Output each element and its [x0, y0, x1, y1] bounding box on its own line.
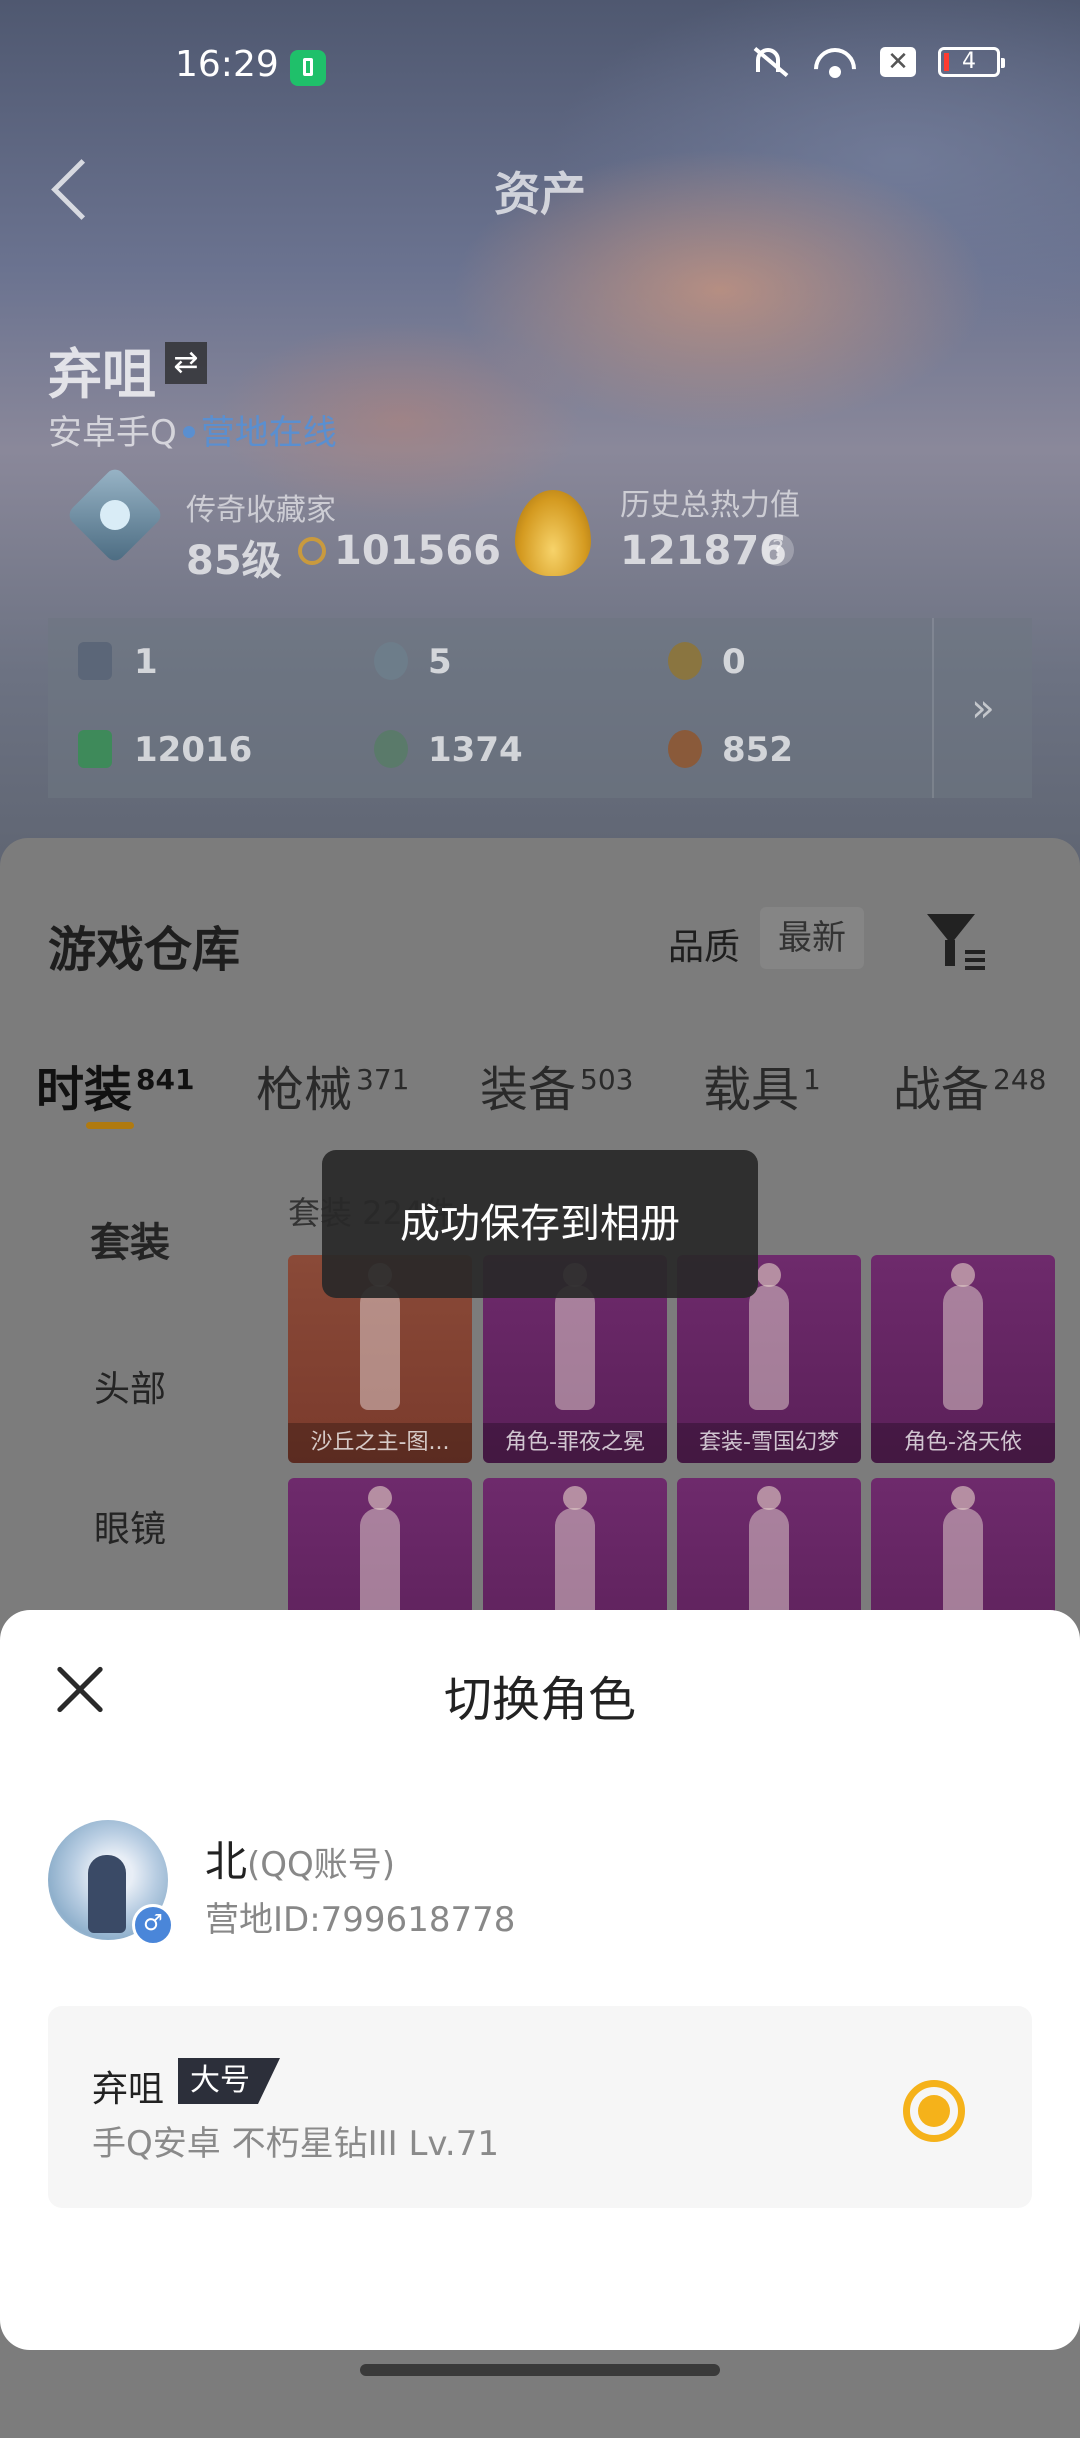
item-tile[interactable]: 角色-洛天依	[871, 1255, 1055, 1463]
account-name: 北(QQ账号)	[205, 1837, 396, 1886]
asset-value: 852	[722, 730, 793, 770]
coin-count: 101566	[334, 528, 501, 574]
ticket-icon	[374, 642, 408, 680]
role-card[interactable]	[48, 2006, 1032, 2208]
outfit-figure	[749, 1263, 789, 1410]
side-item-glasses[interactable]: 眼镜	[0, 1500, 260, 1552]
side-item-suits[interactable]: 套装	[0, 1210, 260, 1268]
account-id: 营地ID:799618778	[205, 1900, 516, 1940]
selected-radio[interactable]	[903, 2080, 965, 2142]
quality-sort[interactable]: 品质	[668, 918, 740, 970]
filter-icon[interactable]	[925, 910, 985, 970]
page-title: 资产	[494, 167, 586, 221]
role-detail: 手Q安卓 不朽星钻III Lv.71	[92, 2124, 499, 2164]
voucher-icon	[78, 730, 112, 768]
tab-fashion[interactable]: 时装 841	[36, 1050, 194, 1120]
item-caption: 角色-罪夜之冕	[483, 1423, 667, 1463]
card-icon	[78, 642, 112, 680]
swap-role-icon[interactable]: ⇄	[165, 342, 207, 384]
online-status: 营地在线	[200, 413, 337, 453]
assets-more-icon[interactable]: »	[932, 618, 1032, 798]
bronze-coin-icon	[668, 730, 702, 768]
tab-indicator	[86, 1122, 134, 1129]
account-type: (QQ账号)	[247, 1845, 396, 1885]
platform-label: 安卓手Q	[48, 413, 177, 453]
medal-icon	[668, 642, 702, 680]
toast-message: 成功保存到相册	[322, 1150, 758, 1298]
warehouse-title: 游戏仓库	[48, 922, 241, 978]
side-item-head[interactable]: 头部	[0, 1360, 260, 1412]
online-dot-icon	[182, 425, 195, 438]
help-icon[interactable]: ?	[762, 534, 794, 566]
player-name: 弃咀	[48, 343, 156, 406]
asset-value: 12016	[134, 730, 253, 770]
asset-value: 1	[134, 642, 158, 682]
outfit-figure	[943, 1263, 983, 1410]
player-subtitle: 安卓手Q 营地在线	[48, 405, 337, 454]
status-bar: 16:29 ✕ 4	[0, 0, 1080, 130]
collector-badge-icon	[55, 470, 175, 565]
no-sim-icon: ✕	[880, 47, 916, 77]
newest-sort[interactable]: 最新	[760, 907, 864, 969]
battery-icon: 4	[938, 47, 1005, 77]
male-icon: ♂	[132, 1904, 174, 1946]
asset-value: 1374	[428, 730, 523, 770]
home-indicator[interactable]	[360, 2364, 720, 2376]
assets-panel[interactable]: 1 5 0 12016 1374 852 »	[48, 618, 1032, 798]
tab-equipment[interactable]: 装备 503	[480, 1050, 633, 1120]
rank-title: 传奇收藏家	[186, 493, 336, 528]
item-caption: 套装-雪国幻梦	[677, 1423, 861, 1463]
battery-saver-icon	[290, 50, 326, 86]
asset-value: 5	[428, 642, 452, 682]
category-tabs: 时装 841 枪械 371 装备 503 载具 1 战备 248	[0, 1050, 1080, 1130]
outfit-figure	[555, 1263, 595, 1410]
coin-icon	[298, 537, 326, 565]
rank-level: 85级	[186, 538, 282, 584]
asset-value: 0	[722, 642, 746, 682]
item-caption: 角色-洛天依	[871, 1423, 1055, 1463]
wifi-icon	[812, 44, 858, 80]
gem-icon	[374, 730, 408, 768]
tab-vehicles[interactable]: 载具 1	[703, 1050, 821, 1120]
tab-gear[interactable]: 战备 248	[893, 1050, 1046, 1120]
status-time: 16:29	[175, 44, 279, 85]
outfit-figure	[360, 1263, 400, 1410]
heat-label: 历史总热力值	[620, 488, 800, 523]
item-caption: 沙丘之主-图...	[288, 1423, 472, 1463]
tab-guns[interactable]: 枪械 371	[256, 1050, 409, 1120]
mute-icon	[750, 44, 790, 80]
role-name: 弃咀	[92, 2069, 165, 2110]
sheet-title: 切换角色	[443, 1672, 636, 1728]
